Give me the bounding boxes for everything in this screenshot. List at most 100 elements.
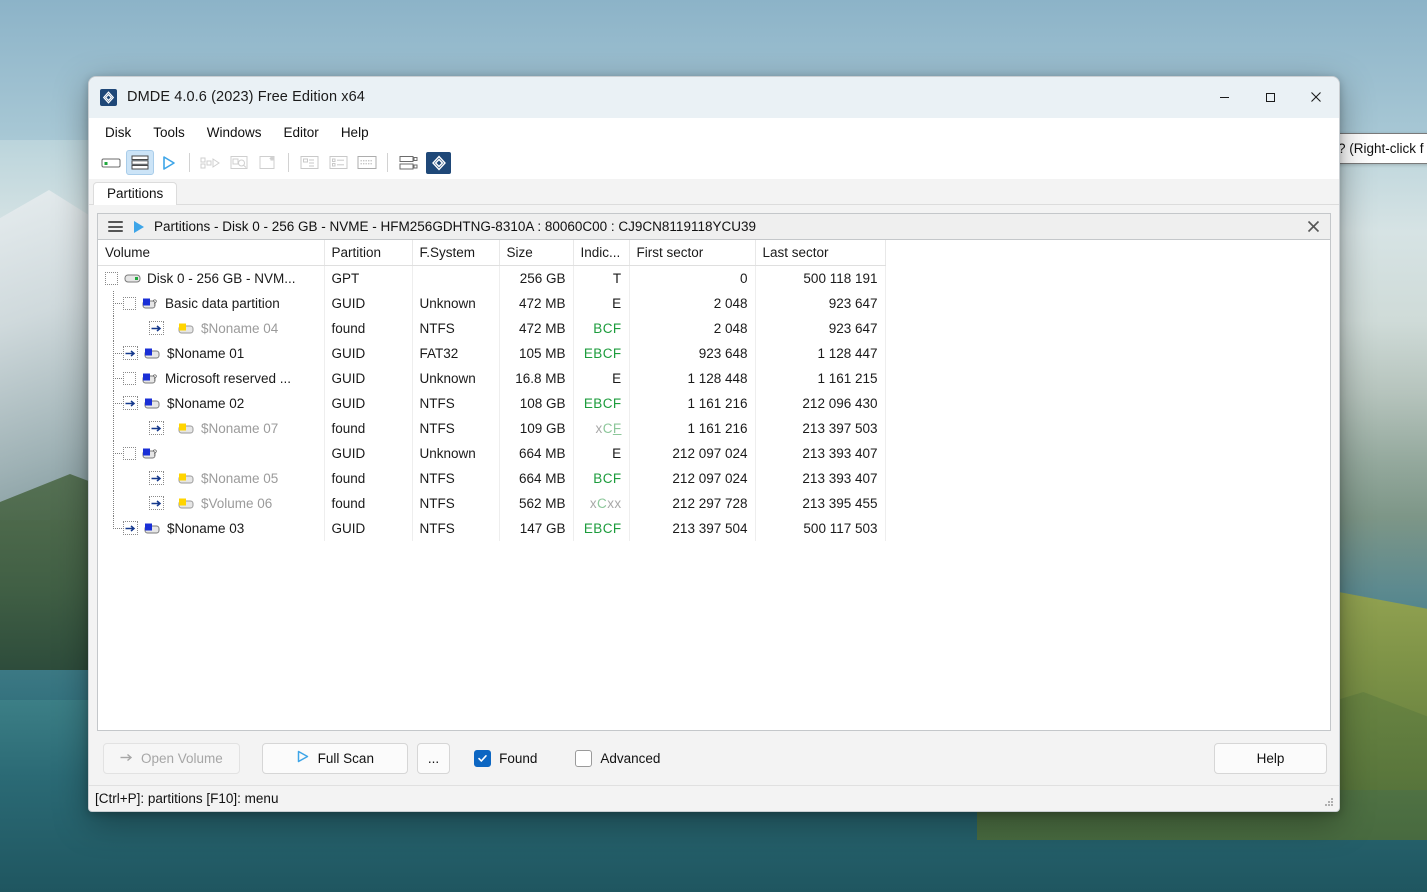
indicator-flag: F (612, 470, 622, 486)
partition-unknown-icon: ? (142, 448, 158, 458)
cell-indicators: E (573, 290, 630, 316)
cell-first-sector: 1 161 216 (629, 390, 756, 416)
cell-partition: GUID (324, 340, 413, 366)
status-bar: [Ctrl+P]: partitions [F10]: menu (89, 785, 1339, 811)
row-open-arrow-icon[interactable] (149, 496, 164, 510)
row-checkbox[interactable] (123, 371, 136, 385)
row-checkbox[interactable] (105, 271, 118, 285)
table-header-row: Volume Partition F.System Size Indic... … (98, 240, 886, 266)
partitions-document-panel: Partitions - Disk 0 - 256 GB - NVME - HF… (97, 213, 1331, 731)
row-checkbox[interactable] (123, 296, 136, 310)
row-open-arrow-icon[interactable] (123, 396, 138, 410)
menu-editor[interactable]: Editor (273, 122, 330, 143)
table-row[interactable]: ? GUID Unknown 664 MB E 212 097 024 213 393 40… (98, 440, 886, 466)
cell-partition: GUID (324, 365, 413, 391)
row-open-arrow-icon[interactable] (149, 321, 164, 335)
cell-volume: ? Microsoft reserved ... (98, 365, 325, 391)
table-row[interactable]: $Noname 03 GUID NTFS 147 GB EBCF 213 397 504 5… (98, 515, 886, 541)
table-row[interactable]: $Noname 07 found NTFS 109 GB xCF 1 161 216 213… (98, 415, 886, 441)
close-icon[interactable] (1302, 216, 1324, 238)
cell-fsystem: NTFS (412, 390, 500, 416)
drive-view-icon[interactable] (97, 150, 125, 175)
indicator-flag: E (612, 370, 622, 386)
menu-windows[interactable]: Windows (196, 122, 273, 143)
play-icon[interactable] (134, 220, 144, 233)
cell-first-sector: 212 297 728 (629, 490, 756, 516)
table-row[interactable]: ? Basic data partition GUID Unknown 472 MB E 2… (98, 290, 886, 316)
cell-fsystem (412, 265, 500, 291)
cell-first-sector: 1 161 216 (629, 415, 756, 441)
advanced-checkbox-box[interactable] (575, 749, 593, 767)
tree-line (105, 365, 123, 391)
full-scan-button[interactable]: Full Scan (261, 742, 408, 774)
resize-grip[interactable] (1322, 795, 1335, 808)
column-header-volume[interactable]: Volume (98, 240, 325, 266)
row-open-arrow-icon[interactable] (123, 346, 138, 360)
tree-line (105, 440, 123, 466)
table-body: Disk 0 - 256 GB - NVM... GPT 256 GB T 0 500 1… (98, 265, 886, 541)
close-button[interactable] (1293, 77, 1339, 118)
table-row[interactable]: ? Microsoft reserved ... GUID Unknown 16.8 M… (98, 365, 886, 391)
table-row[interactable]: $Noname 04 found NTFS 472 MB BCF 2 048 923 647 (98, 315, 886, 341)
advanced-checkbox[interactable]: Advanced (575, 749, 660, 767)
maximize-button[interactable] (1247, 77, 1293, 118)
volume-label: $Noname 01 (167, 345, 245, 361)
indicator-flag: C (602, 345, 613, 361)
table-row[interactable]: $Noname 05 found NTFS 664 MB BCF 212 097 024 2… (98, 465, 886, 491)
minimize-button[interactable] (1201, 77, 1247, 118)
dmde-brand-icon[interactable] (426, 151, 451, 174)
hamburger-icon[interactable] (108, 221, 123, 232)
partitions-view-icon[interactable] (126, 150, 154, 175)
tree-line (105, 515, 123, 541)
menu-help[interactable]: Help (330, 122, 380, 143)
cell-size: 562 MB (499, 490, 574, 516)
row-checkbox[interactable] (123, 446, 136, 460)
open-volume-icon[interactable] (155, 150, 183, 175)
row-open-arrow-icon[interactable] (149, 471, 164, 485)
menu-tools[interactable]: Tools (142, 122, 196, 143)
row-open-arrow-icon[interactable] (123, 521, 138, 535)
cell-indicators: E (573, 365, 630, 391)
indicator-flag: E (583, 520, 594, 536)
clone-copy-icon[interactable] (394, 150, 422, 175)
indicator-flag: x (614, 495, 622, 511)
open-volume-button[interactable]: Open Volume (103, 742, 240, 774)
column-header-last-sector[interactable]: Last sector (755, 240, 886, 266)
cell-size: 256 GB (499, 265, 574, 291)
table-row[interactable]: $Noname 02 GUID NTFS 108 GB EBCF 1 161 216 212… (98, 390, 886, 416)
cell-indicators: E (573, 440, 630, 466)
list-view-icon (324, 150, 352, 175)
column-header-fsystem[interactable]: F.System (412, 240, 500, 266)
column-header-size[interactable]: Size (499, 240, 574, 266)
tree-line (105, 415, 123, 441)
cell-size: 16.8 MB (499, 365, 574, 391)
table-row[interactable]: $Noname 01 GUID FAT32 105 MB EBCF 923 648 1 12… (98, 340, 886, 366)
tooltip: ? (Right-click f (1327, 133, 1427, 164)
cell-size: 105 MB (499, 340, 574, 366)
tree-line (105, 340, 123, 366)
more-options-button[interactable]: ... (416, 742, 451, 774)
partition-icon (144, 398, 160, 408)
row-open-arrow-icon[interactable] (149, 421, 164, 435)
table-row[interactable]: Disk 0 - 256 GB - NVM... GPT 256 GB T 0 500 1… (98, 265, 886, 291)
tab-partitions[interactable]: Partitions (93, 182, 178, 205)
table-row[interactable]: $Volume 06 found NTFS 562 MB xCxx 212 297 728… (98, 490, 886, 516)
volume-label: $Noname 07 (201, 420, 279, 436)
indicator-flag: B (593, 470, 603, 486)
column-header-partition[interactable]: Partition (324, 240, 413, 266)
help-button[interactable]: Help (1214, 742, 1327, 774)
found-checkbox[interactable]: Found (474, 749, 537, 767)
cell-volume: $Noname 03 (98, 515, 325, 541)
partitions-table-scroll[interactable]: Volume Partition F.System Size Indic... … (98, 240, 1330, 730)
cell-size: 664 MB (499, 465, 574, 491)
cell-size: 472 MB (499, 290, 574, 316)
cell-first-sector: 2 048 (629, 315, 756, 341)
cell-partition: found (324, 315, 413, 341)
open-volume-label: Open Volume (141, 750, 223, 766)
menu-disk[interactable]: Disk (94, 122, 142, 143)
cell-indicators: BCF (573, 315, 630, 341)
indicator-flag: C (597, 495, 608, 511)
column-header-indic[interactable]: Indic... (573, 240, 630, 266)
column-header-first-sector[interactable]: First sector (629, 240, 756, 266)
found-checkbox-box[interactable] (474, 749, 492, 767)
